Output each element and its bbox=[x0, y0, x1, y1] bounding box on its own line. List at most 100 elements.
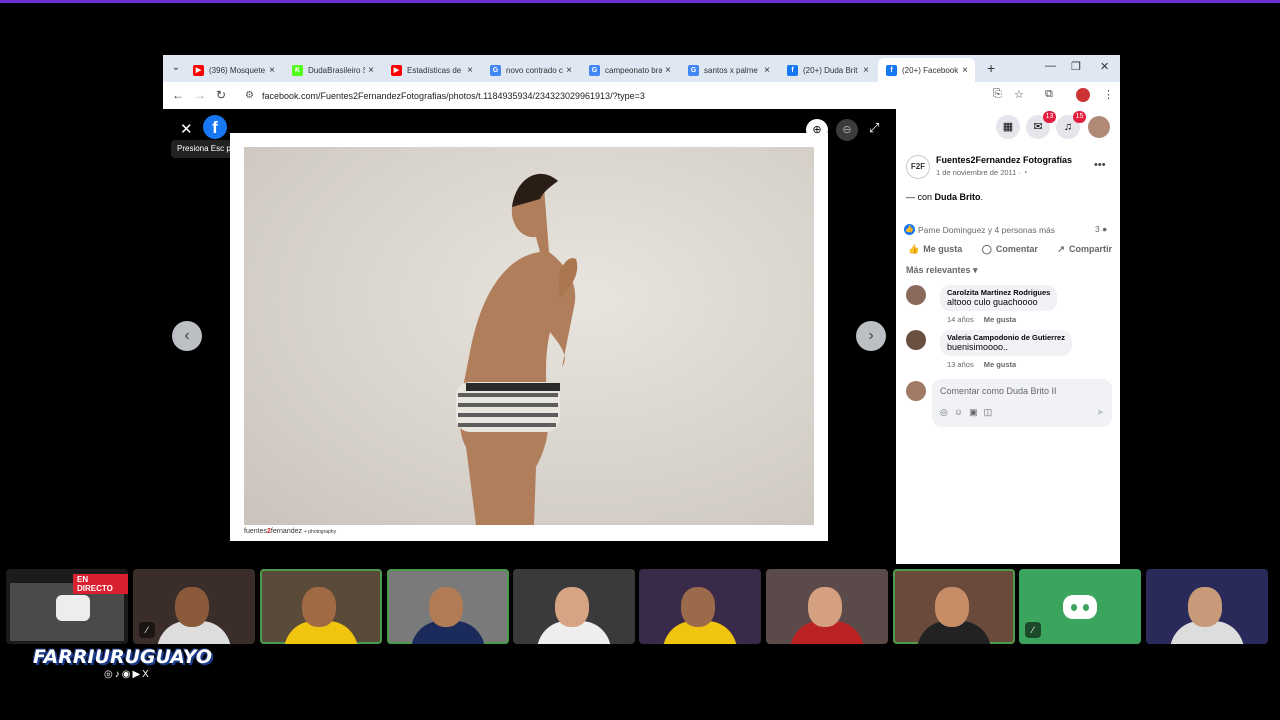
messenger-badge: 13 bbox=[1043, 111, 1056, 123]
menu-grid-icon[interactable]: ▦ bbox=[996, 115, 1020, 139]
commenter-name[interactable]: Carolzita Martinez Rodrigues bbox=[947, 288, 1050, 297]
notifications-icon[interactable]: ♫ 15 bbox=[1056, 111, 1086, 139]
profile-avatar[interactable] bbox=[1076, 88, 1090, 102]
muted-mic-icon: ⁄ bbox=[139, 622, 155, 638]
like-reaction-icon: 👍 bbox=[904, 224, 915, 235]
site-info-icon[interactable]: ⚙ bbox=[245, 90, 254, 101]
write-comment: Comentar como Duda Brito II ◎☺▣◫ ➤ bbox=[906, 379, 1112, 429]
fullscreen-icon[interactable]: ⤢ bbox=[869, 120, 879, 136]
comment-tools: ◎☺▣◫ bbox=[940, 407, 998, 418]
commenter-avatar[interactable] bbox=[906, 285, 926, 305]
post-caption: — con Duda Brito. bbox=[906, 192, 984, 202]
close-tab-icon[interactable]: × bbox=[662, 65, 674, 76]
comment-sort-dropdown[interactable]: Más relevantes ▾ bbox=[906, 265, 978, 276]
next-photo-button[interactable]: › bbox=[856, 321, 886, 351]
browser-tab[interactable]: f (20+) Duda Brit × bbox=[779, 58, 876, 82]
browser-tab[interactable]: Gsantos x palme × bbox=[680, 58, 777, 82]
emoji-icon[interactable]: ☺ bbox=[954, 407, 969, 417]
reload-button[interactable]: ↻ bbox=[216, 88, 226, 102]
chrome-menu-icon[interactable]: ⋮ bbox=[1103, 88, 1114, 101]
photo-watermark: fuentes2fernandez + photography bbox=[244, 528, 337, 535]
forward-button[interactable]: → bbox=[194, 88, 206, 102]
screen-share-icon bbox=[56, 595, 90, 621]
sticker-icon[interactable]: ◫ bbox=[984, 407, 999, 417]
close-tab-icon[interactable]: × bbox=[563, 65, 575, 76]
tab-search-button[interactable]: ⌄ bbox=[169, 61, 183, 75]
zoom-out-button[interactable]: ⊖ bbox=[836, 119, 858, 141]
zoom-in-button[interactable]: ⊕ bbox=[806, 119, 828, 141]
muted-mic-icon: ⁄ bbox=[1025, 622, 1041, 638]
browser-window: ⌄ ▶ (396) Mosquete × K DudaBrasileiro St × ▶ Es… bbox=[163, 55, 1120, 564]
account-avatar[interactable] bbox=[1088, 116, 1110, 138]
close-tab-icon[interactable]: × bbox=[761, 65, 773, 76]
page-avatar[interactable]: F2F bbox=[906, 155, 930, 179]
like-button[interactable]: 👍 Me gusta bbox=[908, 244, 962, 255]
tab-strip: ⌄ ▶ (396) Mosquete × K DudaBrasileiro St × ▶ Es… bbox=[163, 55, 1120, 82]
participant-tile bbox=[766, 569, 888, 644]
notifications-badge: 15 bbox=[1073, 111, 1086, 123]
url-bar[interactable]: ⚙ facebook.com/Fuentes2FernandezFotograf… bbox=[241, 86, 1011, 105]
browser-tab[interactable]: Gcampeonato bra × bbox=[581, 58, 678, 82]
browser-tab[interactable]: Gnovo contrado c × bbox=[482, 58, 579, 82]
tagged-user-link[interactable]: Duda Brito bbox=[935, 192, 981, 202]
photo-figure bbox=[456, 173, 578, 525]
comment-meta: 13 años Me gusta bbox=[947, 360, 1017, 369]
browser-tab[interactable]: K DudaBrasileiro St × bbox=[284, 58, 381, 82]
comment-like-link[interactable]: Me gusta bbox=[984, 360, 1017, 369]
previous-photo-button[interactable]: ‹ bbox=[172, 321, 202, 351]
extensions-icon[interactable]: ⧉ bbox=[1045, 88, 1053, 101]
install-app-icon[interactable]: ⎘ bbox=[993, 88, 1002, 101]
page-name-link[interactable]: Fuentes2Fernandez Fotografías bbox=[936, 155, 1072, 165]
post-header: F2F Fuentes2Fernandez Fotografías 1 de n… bbox=[906, 155, 1116, 185]
back-button[interactable]: ← bbox=[172, 88, 184, 102]
comment-count[interactable]: 3 ● bbox=[1095, 224, 1107, 234]
address-bar-row: ← → ↻ ⚙ facebook.com/Fuentes2FernandezFo… bbox=[163, 82, 1120, 109]
close-tab-icon[interactable]: × bbox=[959, 65, 971, 76]
participant-tile bbox=[387, 569, 509, 644]
new-tab-button[interactable]: + bbox=[987, 60, 995, 76]
youtube-icon: ▶ bbox=[193, 64, 204, 76]
share-icon: ↗ bbox=[1057, 244, 1065, 254]
google-icon: G bbox=[490, 64, 501, 76]
comment-like-link[interactable]: Me gusta bbox=[984, 315, 1017, 324]
close-tab-icon[interactable]: × bbox=[860, 65, 872, 76]
close-viewer-icon[interactable]: ✕ bbox=[180, 120, 193, 138]
tab-title: (20+) Facebook bbox=[902, 65, 959, 75]
photo bbox=[244, 147, 814, 525]
more-options-icon[interactable]: ••• bbox=[1094, 159, 1106, 171]
comment-input[interactable]: Comentar como Duda Brito II ◎☺▣◫ ➤ bbox=[932, 379, 1112, 427]
social-icons: ◎♪◉▶X bbox=[104, 669, 151, 680]
commenter-avatar[interactable] bbox=[906, 330, 926, 350]
browser-tab[interactable]: ▶ Estadísticas de × bbox=[383, 58, 480, 82]
send-icon[interactable]: ➤ bbox=[1096, 407, 1104, 418]
browser-tab[interactable]: f (20+) Facebook × bbox=[878, 58, 975, 82]
facebook-logo-icon[interactable]: f bbox=[203, 115, 227, 139]
comment-button[interactable]: ◯ Comentar bbox=[982, 244, 1038, 255]
close-tab-icon[interactable]: × bbox=[266, 65, 278, 76]
restore-button[interactable]: ❐ bbox=[1071, 60, 1081, 73]
bookmark-star-icon[interactable]: ☆ bbox=[1014, 88, 1024, 101]
discord-tile: ⁄ bbox=[1019, 569, 1141, 644]
kick-icon: K bbox=[292, 64, 303, 76]
messenger-icon[interactable]: ✉ 13 bbox=[1026, 111, 1056, 139]
live-badge: EN DIRECTO bbox=[73, 574, 128, 594]
close-tab-icon[interactable]: × bbox=[365, 65, 377, 76]
facebook-icon: f bbox=[787, 64, 798, 76]
thumbs-up-icon: 👍 bbox=[908, 244, 920, 254]
discord-icon bbox=[1063, 594, 1097, 619]
avatar-sticker-icon[interactable]: ◎ bbox=[940, 407, 954, 417]
browser-tab[interactable]: ▶ (396) Mosquete × bbox=[185, 58, 282, 82]
reactions-summary[interactable]: 👍 Pame Dominguez y 4 personas más bbox=[904, 224, 1055, 235]
minimize-button[interactable]: — bbox=[1045, 60, 1056, 72]
post-date[interactable]: 1 de noviembre de 2011 · ◔ bbox=[936, 168, 1028, 177]
tab-title: santos x palme bbox=[704, 65, 758, 75]
close-tab-icon[interactable]: × bbox=[464, 65, 476, 76]
commenter-name[interactable]: Valeria Campodonio de Gutierrez bbox=[947, 333, 1065, 342]
gif-icon[interactable]: ▣ bbox=[969, 407, 984, 417]
close-window-button[interactable]: ✕ bbox=[1100, 60, 1109, 73]
youtube-icon: ▶ bbox=[391, 64, 402, 76]
stream-participants-strip: EN DIRECTO ⁄ ⁄ bbox=[0, 569, 1280, 644]
stream-top-accent-bar bbox=[0, 0, 1280, 3]
share-button[interactable]: ↗ Compartir bbox=[1057, 244, 1112, 255]
comment-placeholder: Comentar como Duda Brito II bbox=[940, 386, 1057, 396]
